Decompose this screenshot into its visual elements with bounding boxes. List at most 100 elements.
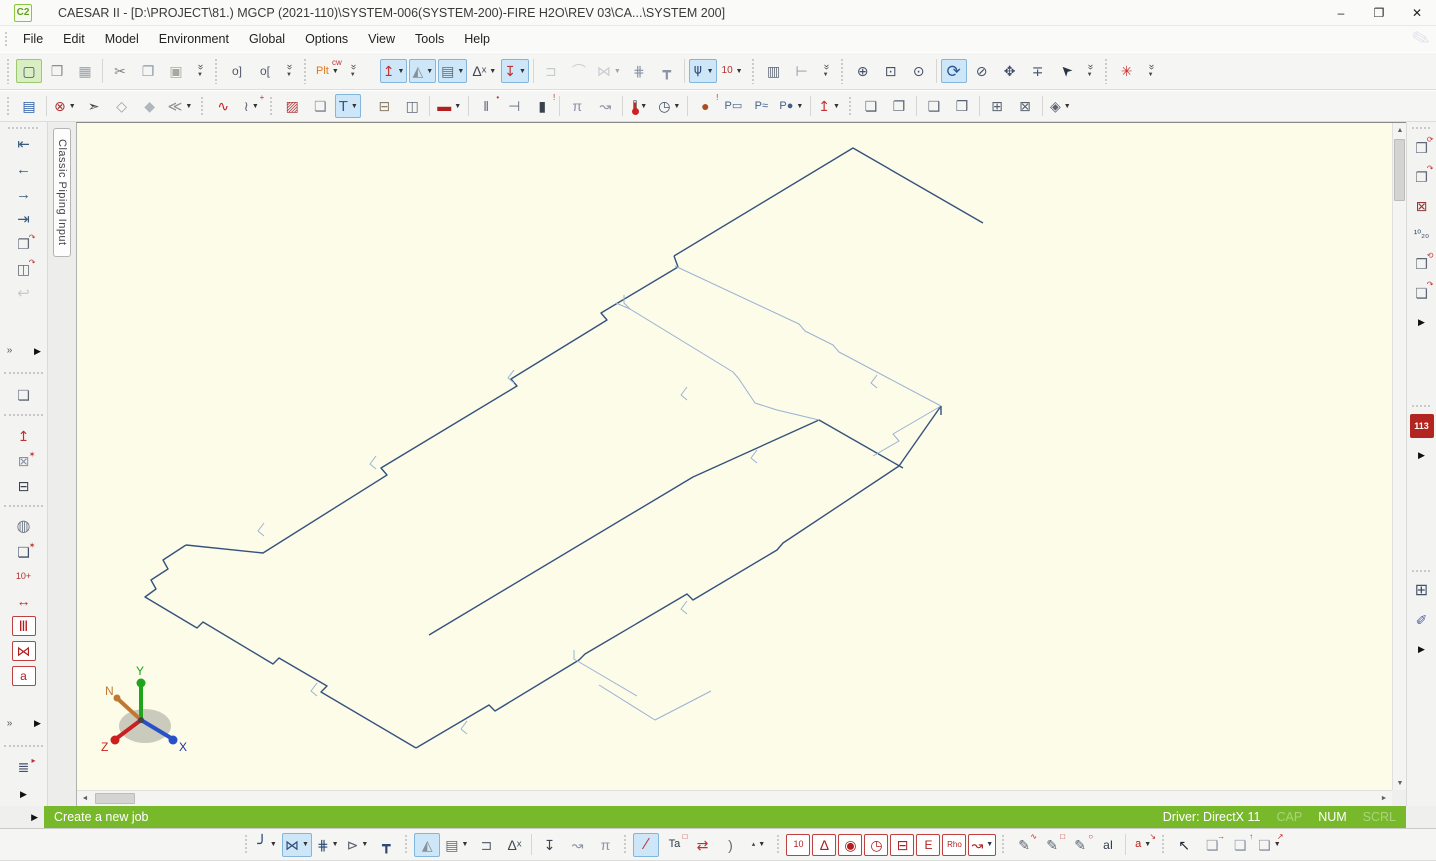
draw-freehand-button[interactable]: ✎∿: [1011, 833, 1037, 857]
zoom-extents-button[interactable]: ⊕: [850, 59, 876, 83]
dropdown-arrow-icon[interactable]: ▼: [833, 103, 840, 110]
rotate-block-button[interactable]: ❒⟲: [1410, 252, 1434, 276]
pipe-density-button[interactable]: P▭: [720, 94, 746, 118]
toolbar-grip[interactable]: [1001, 834, 1006, 856]
lower-anchor-button[interactable]: ↧▼: [501, 59, 529, 83]
elastic-modulus-box-button[interactable]: E: [916, 834, 940, 856]
tee-button[interactable]: ┳: [654, 59, 680, 83]
half-pipe-display-button[interactable]: ): [717, 833, 743, 857]
expansion-loop-wizard-button[interactable]: Ⅲ: [12, 616, 36, 636]
panel-grip[interactable]: [1411, 569, 1431, 574]
view-right-button[interactable]: ⊠: [1012, 94, 1038, 118]
temperature-box-button[interactable]: ◷: [864, 834, 888, 856]
more-nav-button[interactable]: »: [0, 339, 22, 363]
draw-circle-button[interactable]: ✎○: [1067, 833, 1093, 857]
wind-loads-button[interactable]: ▨: [279, 94, 305, 118]
menu-environment[interactable]: Environment: [149, 29, 239, 49]
menu-view[interactable]: View: [358, 29, 405, 49]
supports-fitting-button[interactable]: π: [592, 833, 618, 857]
toolbar-grip[interactable]: [751, 58, 756, 83]
restore-button[interactable]: ❐: [1360, 0, 1398, 25]
more-node-ops-button[interactable]: ▶: [1410, 443, 1434, 467]
scroll-right-button[interactable]: ►: [1376, 791, 1392, 807]
fluid-density-2-button[interactable]: P≈: [748, 94, 774, 118]
copy-button[interactable]: ❐: [135, 59, 161, 83]
zoom-in-out-button[interactable]: ∓: [1025, 59, 1051, 83]
dropdown-arrow-icon[interactable]: ▼: [707, 68, 714, 75]
dropdown-arrow-icon[interactable]: ▼: [454, 103, 461, 110]
dropdown-arrow-icon[interactable]: ▼: [614, 68, 621, 75]
new-file-button[interactable]: ▢: [16, 59, 42, 83]
error-check-button[interactable]: ⊗▼: [51, 94, 79, 118]
toolbar-grip[interactable]: [303, 58, 308, 83]
select-cursor-button[interactable]: ➤: [1053, 59, 1079, 83]
restraint-button[interactable]: ◭▼: [409, 59, 436, 83]
dropdown-arrow-icon[interactable]: ▼: [736, 68, 743, 75]
dropdown-arrow-icon[interactable]: ▼: [673, 103, 680, 110]
menu-edit[interactable]: Edit: [53, 29, 95, 49]
dropdown-arrow-icon[interactable]: ▼: [986, 841, 993, 848]
save-file-button[interactable]: ▦: [72, 59, 98, 83]
valve-fitting-button[interactable]: ⋈▼: [282, 833, 312, 857]
spin-view-button[interactable]: ⊘: [969, 59, 995, 83]
temperature-button[interactable]: ▼: [627, 94, 653, 118]
rotate-view-button[interactable]: ⟳: [941, 59, 967, 83]
zoom-previous-button[interactable]: ⊙: [906, 59, 932, 83]
menu-options[interactable]: Options: [295, 29, 358, 49]
annotation-pointer-button[interactable]: a↘▼: [1130, 833, 1156, 857]
view-group-overflow[interactable]: »▼: [1082, 59, 1098, 83]
menu-tools[interactable]: Tools: [405, 29, 454, 49]
anchor-button[interactable]: ↥▼: [380, 59, 408, 83]
status-expand-arrow[interactable]: ▶: [31, 812, 38, 823]
expand-nav-button[interactable]: ▶: [26, 339, 50, 363]
dropdown-arrow-icon[interactable]: ▼: [332, 68, 339, 75]
panel-grip[interactable]: [1411, 126, 1431, 131]
pressure-gauge-button[interactable]: ◷▼: [655, 94, 683, 118]
render-mode-button[interactable]: ✳: [1114, 59, 1140, 83]
merge-elements-button[interactable]: ⊟: [12, 476, 36, 496]
toolbar-grip[interactable]: [244, 834, 249, 856]
horizontal-scroll-thumb[interactable]: [95, 793, 135, 804]
dropdown-arrow-icon[interactable]: ▼: [270, 841, 277, 848]
special-execution-box-button[interactable]: ↝▼: [968, 834, 996, 856]
node-number-flag-button[interactable]: 113: [1410, 414, 1434, 438]
anchor-fitting-button[interactable]: ↧: [536, 833, 562, 857]
delete-block-button[interactable]: ⊠: [1410, 194, 1434, 218]
flange-button[interactable]: ⊐: [538, 59, 564, 83]
dropdown-arrow-icon[interactable]: ▼: [462, 841, 469, 848]
dropdown-arrow-icon[interactable]: ▼: [426, 68, 433, 75]
minimize-button[interactable]: –: [1322, 0, 1360, 25]
zoom-window-button[interactable]: ⊡: [878, 59, 904, 83]
cut-button[interactable]: ✂: [107, 59, 133, 83]
bend-fitting-button[interactable]: ╯▼: [254, 833, 280, 857]
delta-box-button[interactable]: ∆: [812, 834, 836, 856]
toolbox-button[interactable]: ⊟: [371, 94, 397, 118]
toolbar-grip[interactable]: [1161, 834, 1166, 856]
insert-group-overflow[interactable]: »▼: [281, 59, 297, 83]
plot-tool-button[interactable]: Pltcw▼: [313, 59, 342, 83]
last-element-button[interactable]: ⇥: [12, 209, 36, 229]
view-top-button[interactable]: ❑: [921, 94, 947, 118]
scroll-left-button[interactable]: ◄: [77, 791, 93, 807]
duplicate-element-button[interactable]: ◫↷: [12, 259, 36, 279]
more-view-ops-button[interactable]: ▶: [1410, 637, 1434, 661]
text-insert-tool-button[interactable]: aI: [1095, 833, 1121, 857]
support-fitting-button[interactable]: ◭: [414, 833, 440, 857]
text-annotation-button[interactable]: Ta□: [661, 833, 687, 857]
node-numbers-button[interactable]: 10▼: [719, 59, 746, 83]
restraint-hanger-button[interactable]: ⊢: [789, 59, 815, 83]
flow-fitting-button[interactable]: ↝: [564, 833, 590, 857]
draw-rectangle-button[interactable]: ✎□: [1039, 833, 1065, 857]
archive-documents-button[interactable]: ❏: [12, 385, 36, 405]
expansion-joint-button[interactable]: ⋕: [626, 59, 652, 83]
toolbar-grip[interactable]: [200, 96, 205, 117]
insert-element-after-button[interactable]: o]: [224, 59, 250, 83]
toolbar-grip[interactable]: [214, 58, 219, 83]
delete-node-button[interactable]: ⊠✶: [12, 451, 36, 471]
previous-element-button[interactable]: ←: [12, 160, 36, 180]
view-left-button[interactable]: ⊞: [984, 94, 1010, 118]
display-spinner-button[interactable]: ▴▼: [745, 833, 771, 857]
insert-node-button[interactable]: ↥: [12, 426, 36, 446]
dropdown-arrow-icon[interactable]: ▼: [69, 103, 76, 110]
duplicate-block-button[interactable]: ❏↷: [1410, 281, 1434, 305]
